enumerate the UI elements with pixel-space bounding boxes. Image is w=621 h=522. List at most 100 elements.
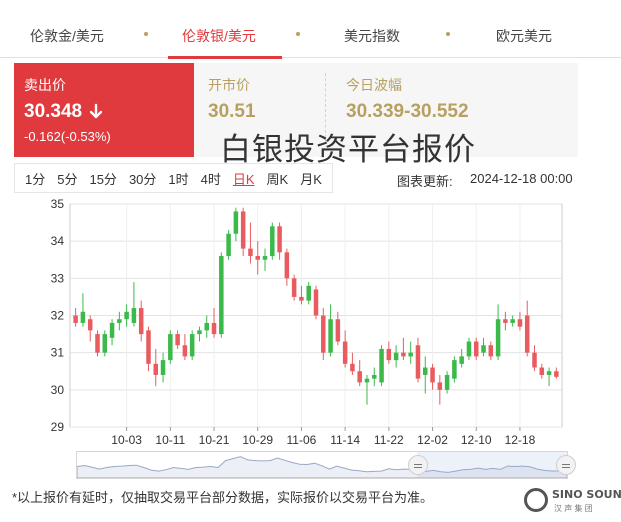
candle [291, 274, 297, 301]
candle [80, 293, 86, 327]
candle [306, 282, 311, 305]
candle-body [168, 334, 173, 361]
candle-body [284, 252, 290, 279]
tab-euro-usd[interactable]: 欧元美元 [496, 26, 552, 46]
x-tick-label: 10-11 [155, 433, 185, 447]
candle [481, 337, 486, 357]
candle-body [328, 319, 333, 353]
candle [248, 222, 253, 264]
candle-body [262, 256, 268, 260]
candle-body [226, 233, 231, 257]
period-4hour[interactable]: 4时 [195, 169, 227, 188]
tab-dollar-index[interactable]: 美元指数 [344, 26, 400, 46]
y-tick-label: 35 [51, 197, 65, 211]
candle-body [240, 211, 246, 249]
candle [138, 300, 144, 342]
candle-body [379, 348, 384, 383]
period-30min[interactable]: 30分 [123, 169, 162, 188]
candle-body [466, 341, 472, 357]
candle-body [481, 345, 486, 353]
candle [146, 326, 151, 372]
candle-body [372, 374, 377, 379]
tab-silver-usd[interactable]: 伦敦银/美元 [182, 26, 256, 46]
chart-update-label: 图表更新: [397, 174, 453, 189]
x-tick-label: 10-21 [199, 433, 230, 447]
candle [539, 363, 545, 379]
period-1hour[interactable]: 1时 [162, 169, 194, 188]
period-monthly[interactable]: 月K [294, 169, 328, 188]
candle [197, 326, 202, 342]
y-tick-label: 34 [51, 234, 65, 248]
candle [299, 285, 304, 305]
candle-body [401, 352, 406, 357]
candle-body [160, 360, 166, 375]
candle [452, 356, 457, 383]
candle-body [473, 341, 479, 357]
candle [262, 248, 268, 271]
candle [401, 337, 406, 361]
candle-body [95, 334, 100, 353]
candle-body [146, 330, 151, 364]
period-15min[interactable]: 15分 [83, 169, 122, 188]
candle-body [415, 345, 421, 379]
candle [393, 345, 399, 368]
candle [430, 363, 435, 390]
candle [422, 356, 428, 394]
candle-body [350, 363, 355, 372]
candle-body [175, 334, 180, 346]
down-arrow-icon [89, 103, 103, 119]
candle [342, 330, 348, 368]
tab-separator-dot [446, 32, 450, 36]
logo-text: SINO SOUND [552, 488, 621, 501]
candle [211, 308, 217, 338]
candle [350, 352, 355, 375]
candle-body [153, 363, 159, 375]
candle-body [80, 311, 86, 323]
candle-body [357, 371, 362, 383]
candle-body [102, 334, 108, 353]
disclaimer-note: *以上报价有延时，仅抽取交易平台部分数据，实际报价以交易平台为准。 [12, 490, 434, 505]
period-5min[interactable]: 5分 [51, 169, 83, 188]
candle-body [233, 211, 239, 234]
candle-body [517, 319, 523, 327]
range-navigator[interactable] [76, 451, 576, 479]
candle-body [554, 371, 559, 377]
tab-gold-usd[interactable]: 伦敦金/美元 [30, 26, 104, 46]
navigator-right-handle[interactable] [556, 455, 576, 475]
logo-emblem-icon [524, 488, 548, 512]
period-weekly[interactable]: 周K [261, 169, 295, 188]
candle-body [197, 330, 202, 335]
candle [109, 319, 115, 346]
day-range-value: 30.339-30.552 [346, 101, 469, 122]
chart-update-time: 2024-12-18 00:00 [470, 171, 573, 186]
candle-body [248, 248, 253, 257]
candle-body [430, 367, 435, 383]
y-tick-label: 32 [51, 309, 65, 323]
axis-labels: 29 30 31 32 33 34 35 10-03 10-11 10-21 10-29 11-06 1… [51, 197, 536, 447]
active-tab-indicator [168, 56, 282, 59]
period-1min[interactable]: 1分 [19, 169, 51, 188]
x-tick-label: 11-14 [330, 433, 360, 447]
candle-series [73, 207, 559, 405]
y-tick-label: 30 [51, 383, 65, 397]
candle-body [204, 322, 210, 331]
candle [270, 222, 275, 260]
candle-body [117, 319, 122, 323]
period-selector: 1分 5分 15分 30分 1时 4时 日K 周K 月K [14, 163, 333, 193]
candle-body [546, 371, 552, 375]
candlestick-chart[interactable]: 29 30 31 32 33 34 35 10-03 10-11 10-21 10-29 11-06 1… [0, 195, 621, 451]
candle-body [291, 278, 297, 297]
candle [503, 311, 508, 331]
navigator-left-handle[interactable] [408, 455, 428, 475]
candle [204, 315, 210, 338]
y-tick-label: 31 [51, 346, 65, 360]
period-daily[interactable]: 日K [227, 169, 261, 188]
candle [459, 348, 464, 368]
candle [284, 248, 290, 286]
candle-body [386, 348, 392, 361]
candle-body [255, 256, 260, 260]
candle [473, 337, 479, 361]
x-tick-label: 12-18 [505, 433, 536, 447]
candle-body [306, 285, 311, 301]
candle [153, 348, 159, 387]
